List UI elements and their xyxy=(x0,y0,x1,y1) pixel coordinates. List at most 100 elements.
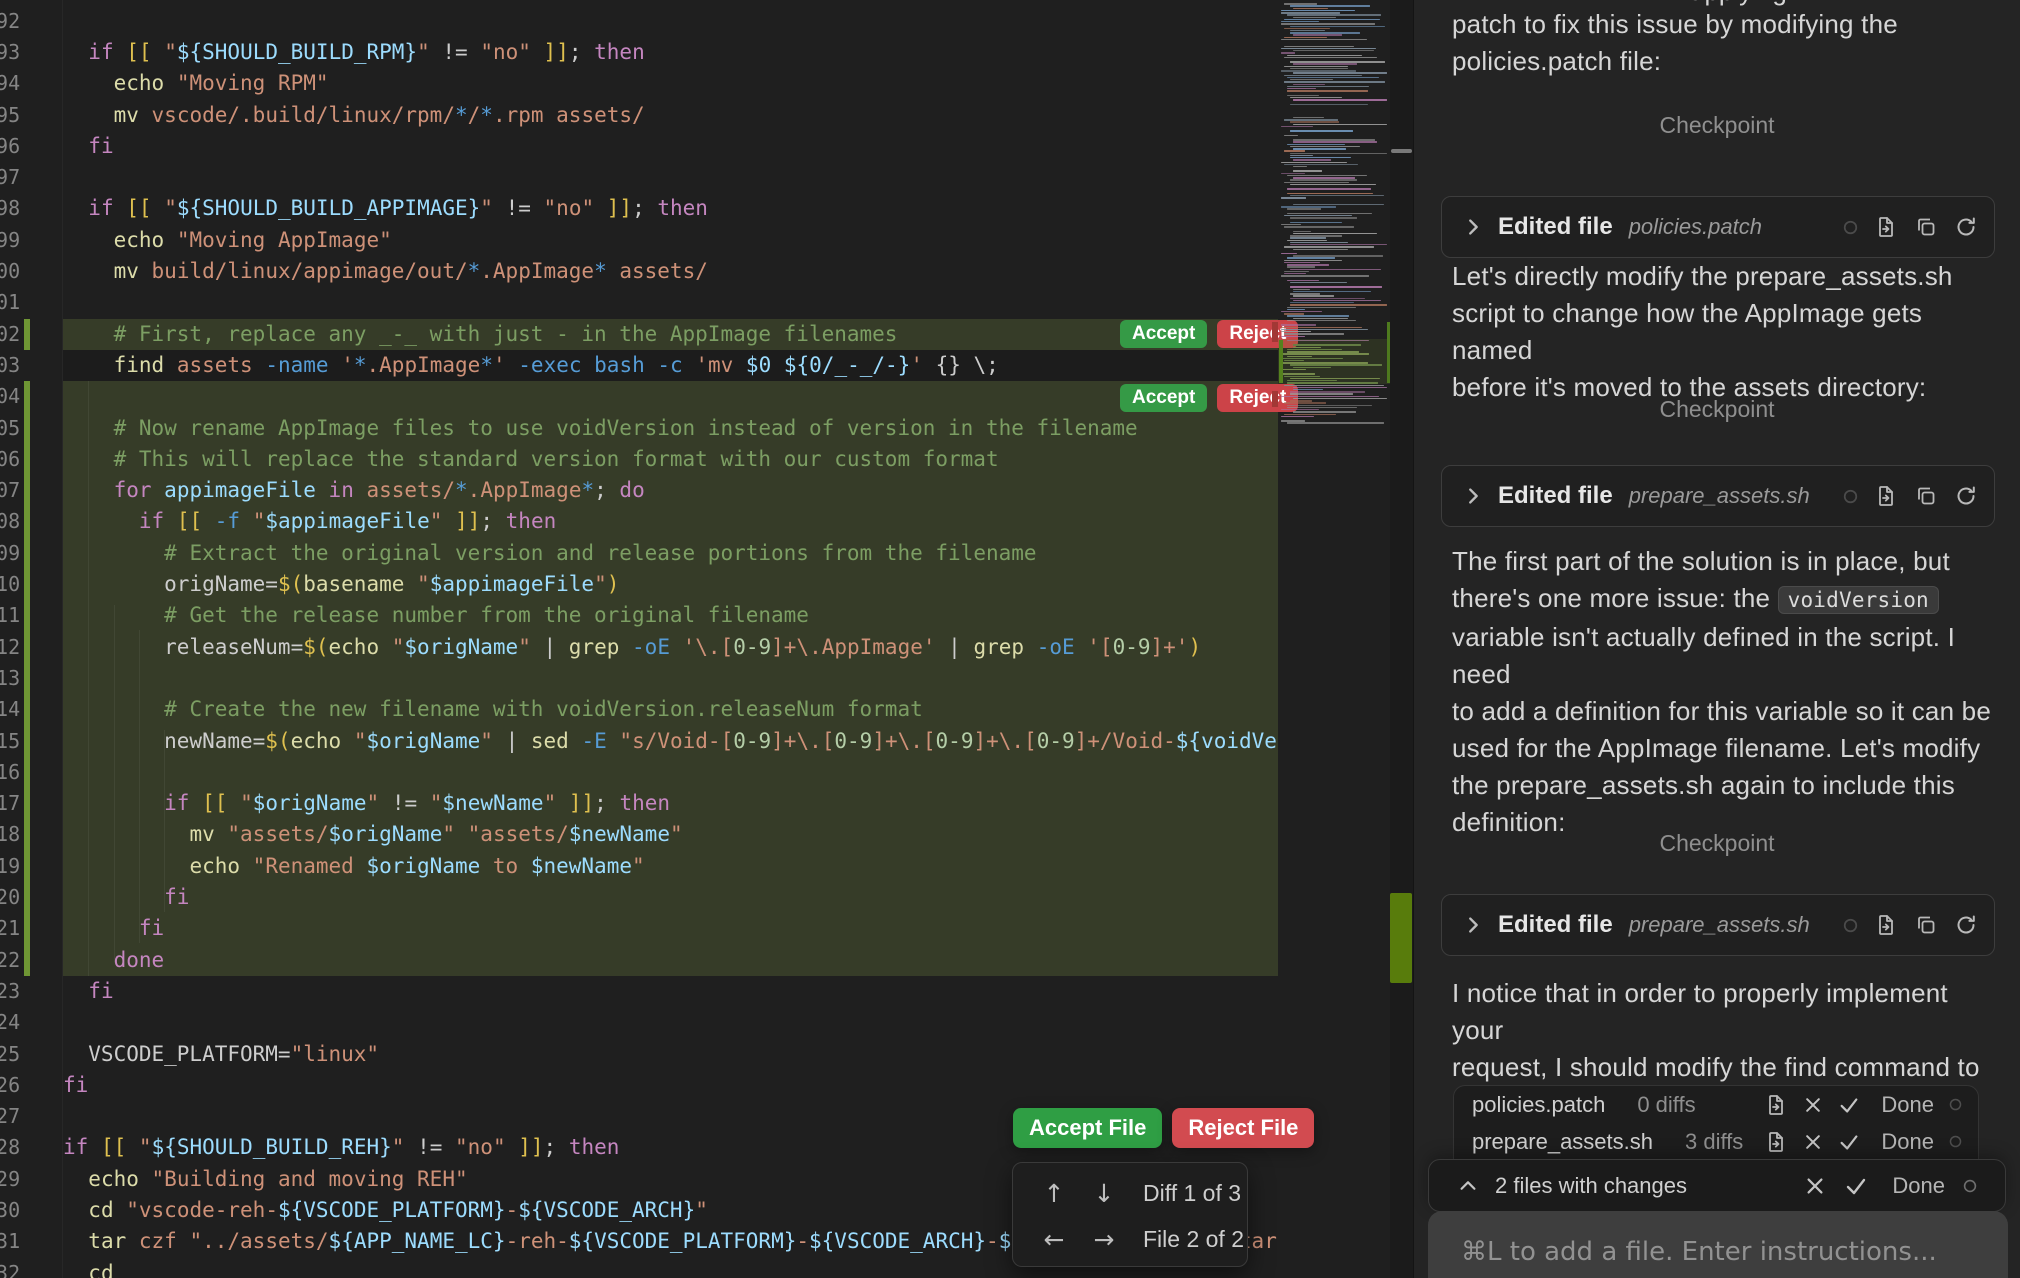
copy-icon[interactable] xyxy=(1914,913,1938,937)
line-number: 409 xyxy=(0,538,17,569)
chat-input[interactable]: ⌘L to add a file. Enter instructions... xyxy=(1428,1211,2008,1278)
edited-file-title: Edited file xyxy=(1498,482,1613,510)
edited-file-card[interactable]: Edited fileprepare_assets.sh xyxy=(1441,894,1995,956)
gutter-change-bar xyxy=(24,475,30,506)
minimap-deleted-marker xyxy=(1272,391,1278,407)
indent-guide xyxy=(114,605,115,963)
edited-file-name: prepare_assets.sh xyxy=(1629,912,1810,938)
edited-file-card[interactable]: Edited file prepare_assets.sh xyxy=(1441,465,1995,527)
line-number: 402 xyxy=(0,319,17,350)
code-line: mv build/linux/appimage/out/*.AppImage* … xyxy=(63,256,708,287)
line-number: 392 xyxy=(0,6,17,37)
line-number: 399 xyxy=(0,225,17,256)
line-number: 404 xyxy=(0,381,17,412)
status-circle-icon xyxy=(1963,1179,1977,1193)
diff-count: 3 diffs xyxy=(1685,1129,1743,1155)
code-line: origName=$(basename "$appimageFile") xyxy=(63,569,619,600)
code-line: if [[ "${SHOULD_BUILD_RPM}" != "no" ]]; … xyxy=(63,37,645,68)
checkpoint-label[interactable]: Checkpoint xyxy=(1414,830,2020,857)
accept-file-icon[interactable] xyxy=(1838,1131,1860,1153)
indent-guide xyxy=(88,381,89,976)
checkpoint-label[interactable]: Checkpoint xyxy=(1414,112,2020,139)
code-editor[interactable]: 392393 if [[ "${SHOULD_BUILD_RPM}" != "n… xyxy=(0,0,1278,1278)
copy-icon[interactable] xyxy=(1914,215,1938,239)
line-number: 416 xyxy=(0,757,17,788)
line-number: 395 xyxy=(0,100,17,131)
code-line: # Get the release number from the origin… xyxy=(63,600,809,631)
assistant-message: The first part of the solution is in pla… xyxy=(1452,543,2004,841)
code-line: echo "Moving AppImage" xyxy=(63,225,392,256)
done-label: Done xyxy=(1892,1173,1945,1199)
code-line: newName=$(echo "$origName" | sed -E "s/V… xyxy=(63,726,1278,757)
status-circle-icon xyxy=(1843,220,1858,235)
code-line: # Create the new filename with voidVersi… xyxy=(63,694,923,725)
line-number: 428 xyxy=(0,1132,17,1163)
ai-chat-panel: applying patch to fix this issue by modi… xyxy=(1414,0,2020,1278)
diff-added-row-bg xyxy=(63,381,1278,412)
line-number: 408 xyxy=(0,506,17,537)
changes-summary-label: 2 files with changes xyxy=(1495,1173,1687,1199)
diff-added-row-bg xyxy=(63,757,1278,788)
line-number: 393 xyxy=(0,37,17,68)
line-number: 396 xyxy=(0,131,17,162)
diff-counter: Diff 1 of 3 xyxy=(1143,1180,1241,1207)
changed-file-row[interactable]: prepare_assets.sh3 diffsDone xyxy=(1454,1123,1978,1160)
open-file-icon[interactable] xyxy=(1874,913,1898,937)
line-number: 432 xyxy=(0,1258,17,1278)
chevron-right-icon[interactable] xyxy=(1462,485,1484,507)
gutter-change-bar xyxy=(24,444,30,475)
open-file-icon[interactable] xyxy=(1874,215,1898,239)
line-number: 415 xyxy=(0,726,17,757)
accept-all-icon[interactable] xyxy=(1844,1174,1868,1198)
line-number: 422 xyxy=(0,945,17,976)
next-file-arrow-icon[interactable]: → xyxy=(1079,1225,1129,1254)
line-number: 411 xyxy=(0,600,17,631)
scrollbar-slider[interactable] xyxy=(1391,149,1412,153)
prev-diff-arrow-icon[interactable]: ↑ xyxy=(1029,1179,1079,1208)
accept-hunk-button[interactable]: Accept xyxy=(1120,384,1207,412)
file-name: policies.patch xyxy=(1472,1092,1605,1118)
editor-scrollbar[interactable] xyxy=(1390,0,1413,1278)
gutter-change-bar xyxy=(24,694,30,725)
changed-files-list: policies.patch0 diffsDoneprepare_assets.… xyxy=(1453,1085,1979,1160)
line-number: 420 xyxy=(0,882,17,913)
retry-icon[interactable] xyxy=(1954,484,1978,508)
gutter-divider xyxy=(62,0,63,1278)
assistant-message: patch to fix this issue by modifying the… xyxy=(1452,6,2004,80)
chevron-up-icon[interactable] xyxy=(1457,1175,1479,1197)
open-file-icon[interactable] xyxy=(1874,484,1898,508)
edited-file-card[interactable]: Edited filepolicies.patch xyxy=(1441,196,1995,258)
chevron-right-icon[interactable] xyxy=(1462,914,1484,936)
accept-hunk-button[interactable]: Accept xyxy=(1120,320,1207,348)
reject-all-icon[interactable] xyxy=(1804,1175,1826,1197)
code-line: # Now rename AppImage files to use voidV… xyxy=(63,413,1138,444)
chevron-right-icon[interactable] xyxy=(1462,216,1484,238)
open-file-icon[interactable] xyxy=(1764,1093,1788,1117)
gutter-change-bar xyxy=(24,757,30,788)
next-diff-arrow-icon[interactable]: ↓ xyxy=(1079,1179,1129,1208)
line-number: 418 xyxy=(0,819,17,850)
accept-file-icon[interactable] xyxy=(1838,1094,1860,1116)
open-file-icon[interactable] xyxy=(1764,1130,1788,1154)
code-line: for appimageFile in assets/*.AppImage*; … xyxy=(63,475,645,506)
gutter-change-bar xyxy=(24,851,30,882)
minimap[interactable] xyxy=(1278,0,1390,1278)
indent-guide xyxy=(139,630,140,943)
gutter-change-bar xyxy=(24,569,30,600)
code-line: VSCODE_PLATFORM="linux" xyxy=(63,1039,379,1070)
reject-file-icon[interactable] xyxy=(1803,1095,1823,1115)
checkpoint-label[interactable]: Checkpoint xyxy=(1414,396,2020,423)
reject-file-button[interactable]: Reject File xyxy=(1172,1108,1314,1148)
reject-file-icon[interactable] xyxy=(1803,1132,1823,1152)
diff-added-row-bg xyxy=(63,913,1278,944)
copy-icon[interactable] xyxy=(1914,484,1938,508)
accept-file-button[interactable]: Accept File xyxy=(1013,1108,1162,1148)
prev-file-arrow-icon[interactable]: ← xyxy=(1029,1225,1079,1254)
changed-file-row[interactable]: policies.patch0 diffsDone xyxy=(1454,1086,1978,1123)
retry-icon[interactable] xyxy=(1954,913,1978,937)
edited-file-name: prepare_assets.sh xyxy=(1629,483,1810,509)
code-line: fi xyxy=(63,1070,88,1101)
done-label: Done xyxy=(1881,1092,1934,1118)
retry-icon[interactable] xyxy=(1954,215,1978,239)
code-line: find assets -name '*.AppImage*' -exec ba… xyxy=(63,350,999,381)
